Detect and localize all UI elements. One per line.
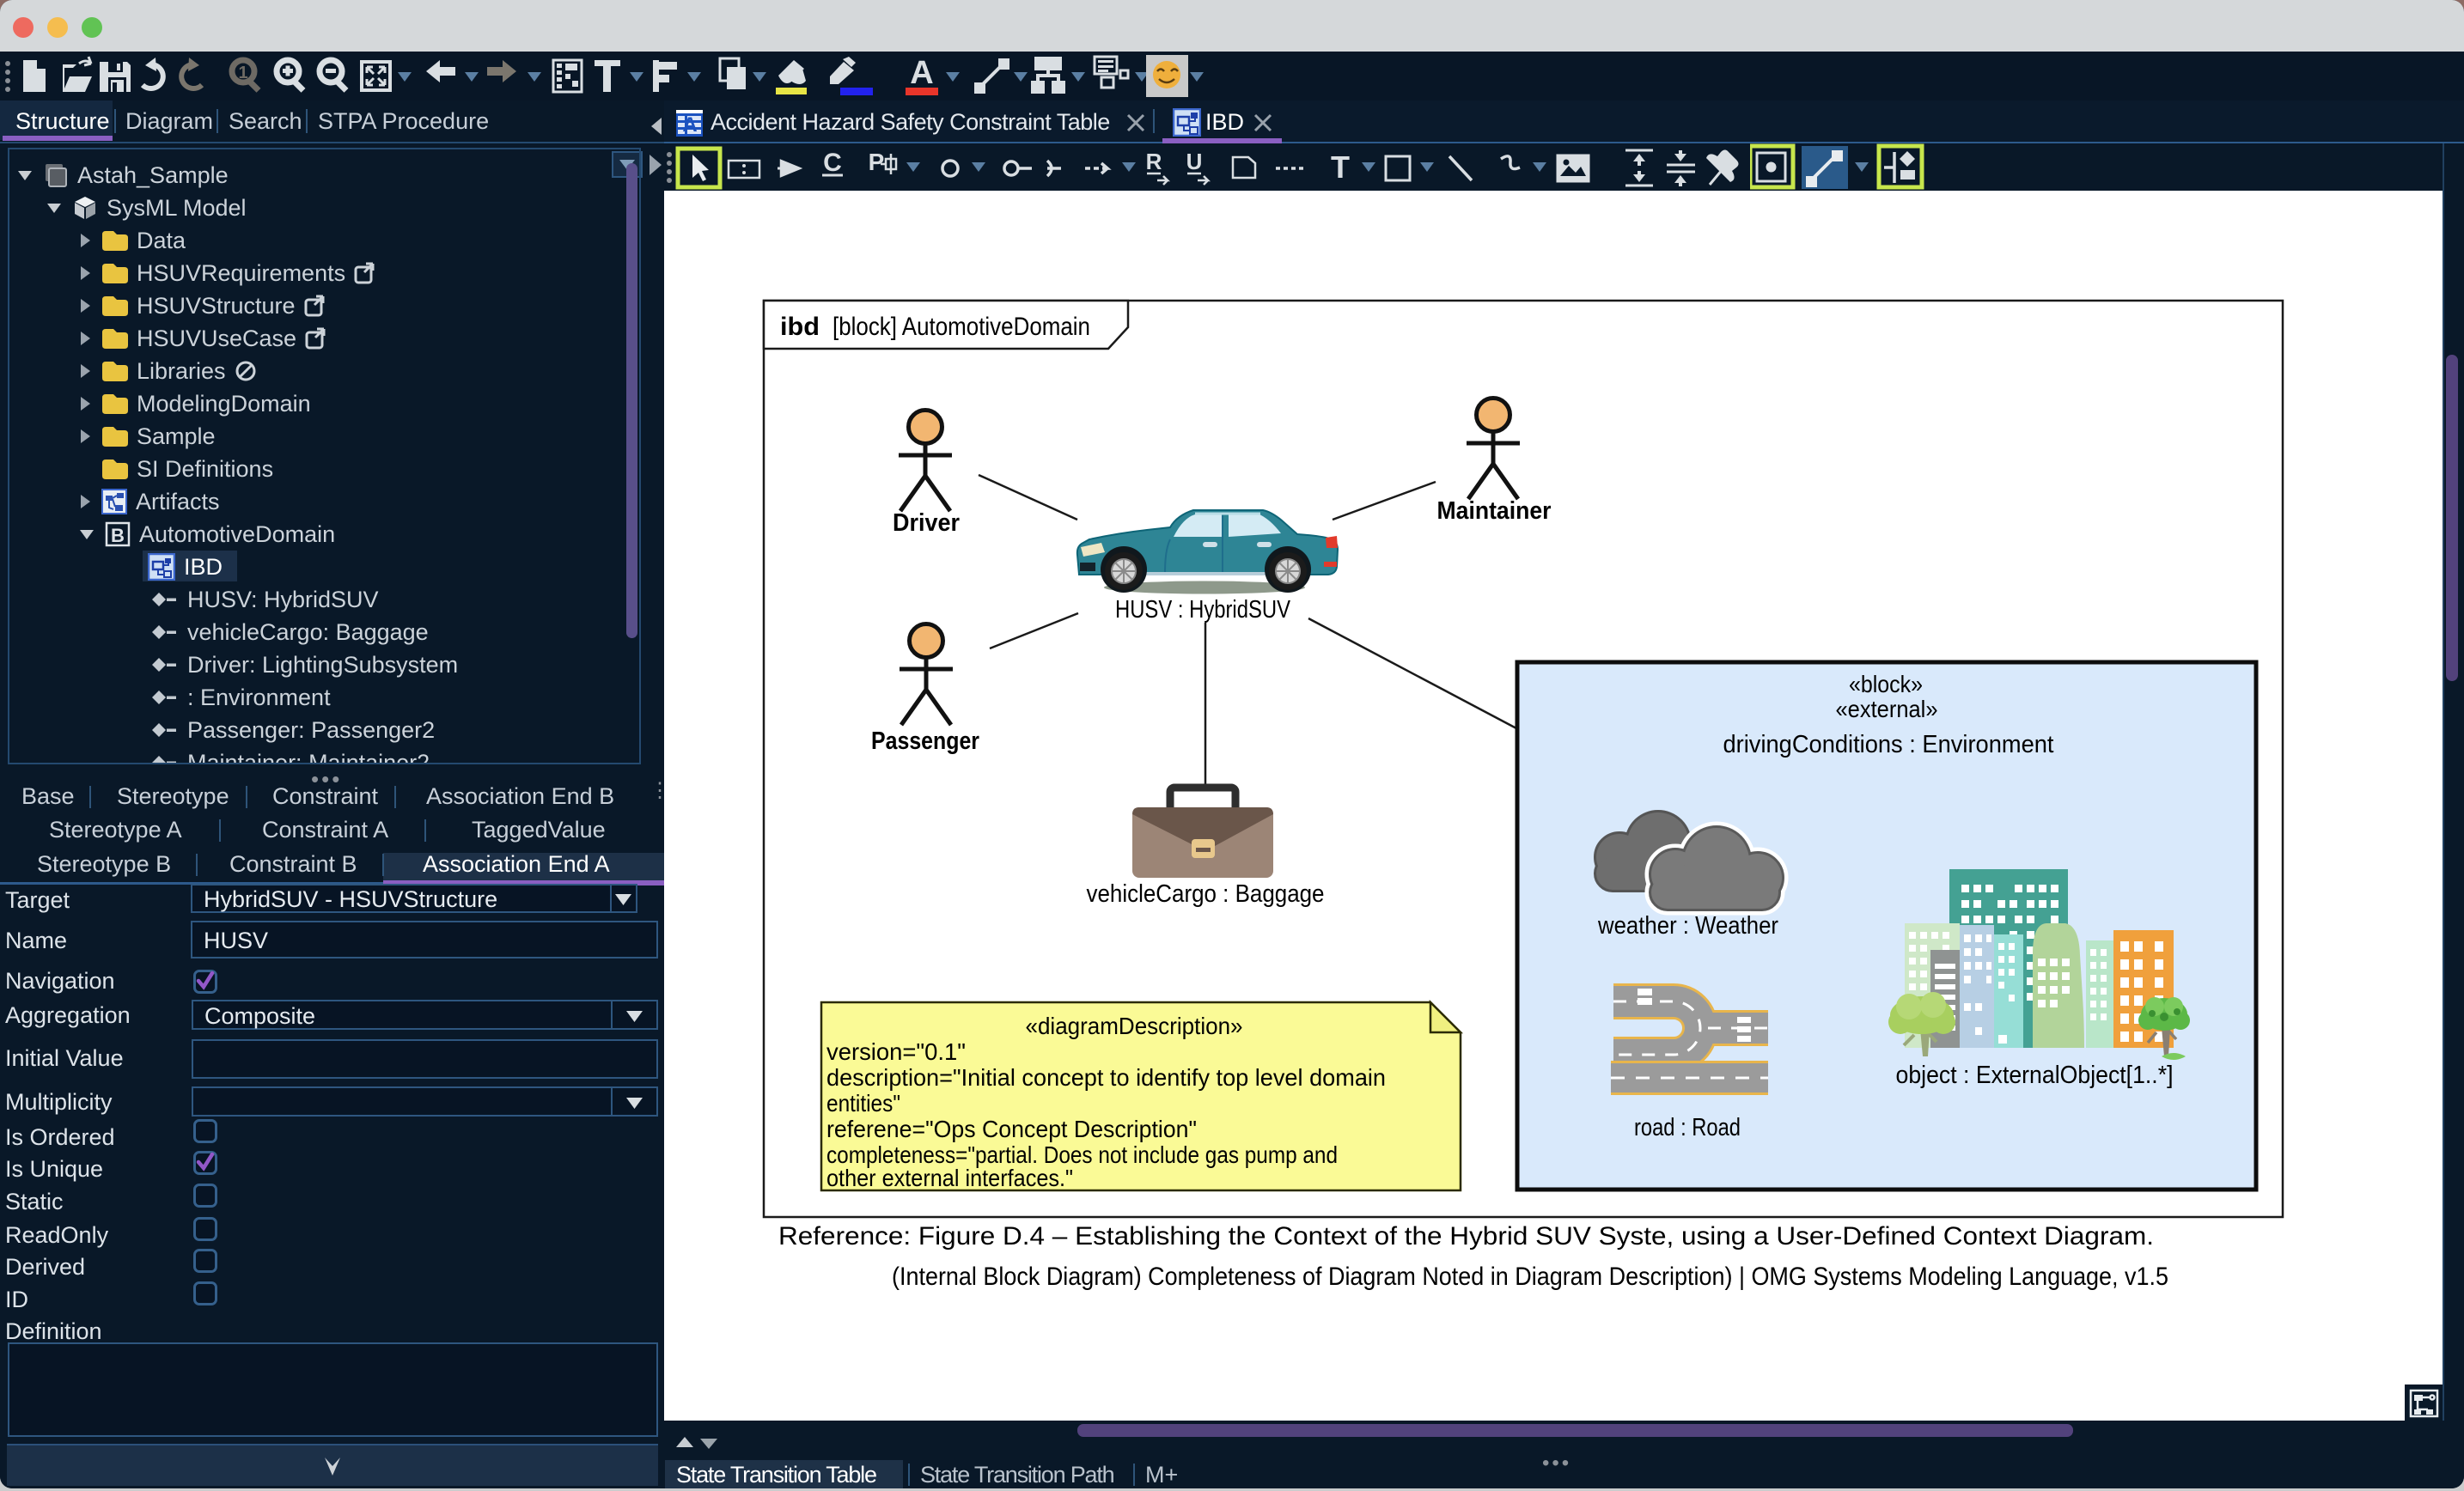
svg-text:Driver: Driver	[893, 509, 960, 537]
svg-text:P: P	[869, 149, 885, 175]
svg-text:1: 1	[238, 64, 247, 82]
svg-text:R: R	[1146, 149, 1162, 174]
svg-text:«block»: «block»	[1849, 671, 1923, 697]
svg-text:other external interfaces.": other external interfaces."	[826, 1165, 1073, 1191]
svg-text:weather : Weather: weather : Weather	[1597, 912, 1778, 940]
svg-text:U: U	[1186, 149, 1203, 174]
svg-text:Maintainer: Maintainer	[1437, 497, 1552, 525]
svg-text:«diagramDescription»: «diagramDescription»	[1026, 1013, 1243, 1039]
svg-text:A: A	[682, 113, 697, 137]
svg-text:HUSV : HybridSUV: HUSV : HybridSUV	[1115, 596, 1291, 624]
svg-text:(Internal Block Diagram) Compl: (Internal Block Diagram) Completeness of…	[892, 1263, 2168, 1291]
svg-text:T: T	[1331, 149, 1350, 185]
svg-text:object : ExternalObject[1..*]: object : ExternalObject[1..*]	[1896, 1062, 2174, 1089]
svg-text:ibd: ibd	[780, 313, 820, 341]
svg-text:Reference: Figure D.4 – Establ: Reference: Figure D.4 – Establishing the…	[778, 1222, 2154, 1251]
svg-text:entities": entities"	[826, 1090, 900, 1117]
svg-text:drivingConditions : Environmen: drivingConditions : Environment	[1723, 731, 2054, 758]
svg-text:Passenger: Passenger	[871, 727, 979, 755]
svg-text:description="Initial concept t: description="Initial concept to identify…	[826, 1064, 1386, 1091]
svg-text:road : Road: road : Road	[1634, 1114, 1741, 1141]
svg-text:vehicleCargo : Baggage: vehicleCargo : Baggage	[1087, 880, 1325, 908]
svg-text:referene="Ops Concept Descript: referene="Ops Concept Description"	[826, 1116, 1197, 1142]
svg-text:«external»: «external»	[1836, 696, 1938, 722]
svg-text:[block] AutomotiveDomain: [block] AutomotiveDomain	[833, 313, 1090, 341]
svg-text:B: B	[111, 525, 125, 546]
svg-text:version="0.1": version="0.1"	[826, 1038, 966, 1065]
svg-text:A: A	[910, 55, 933, 91]
svg-text:C: C	[823, 149, 842, 177]
